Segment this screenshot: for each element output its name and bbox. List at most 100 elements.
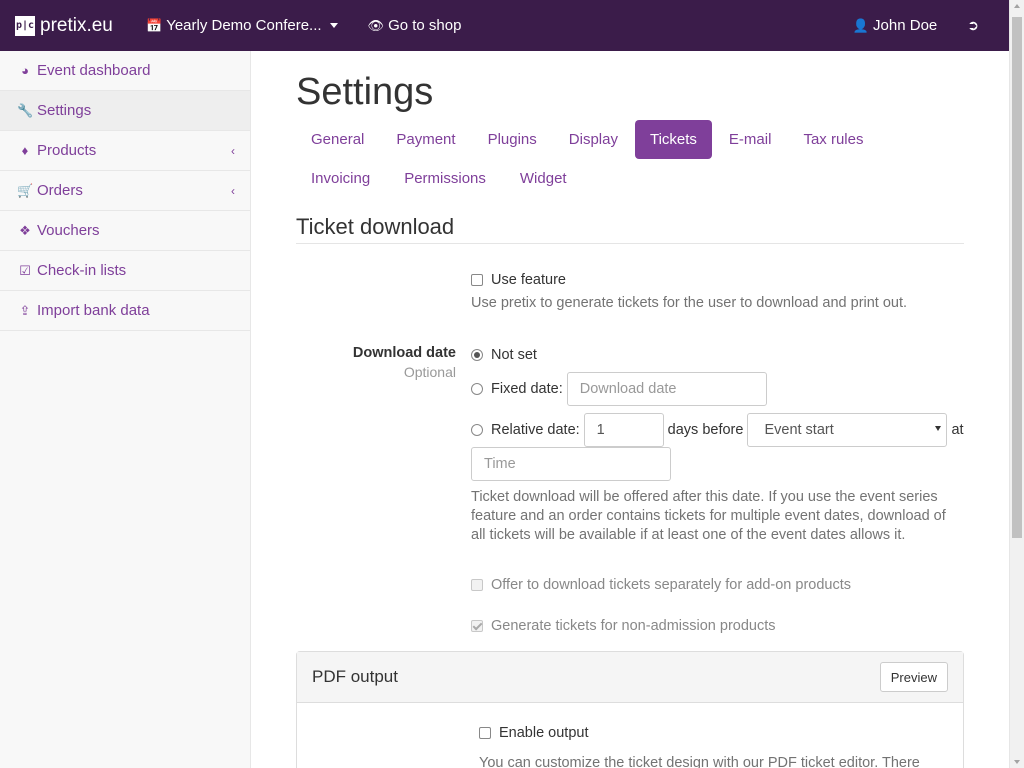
chevron-left-icon: ‹ — [231, 183, 235, 198]
page-title: Settings — [296, 71, 434, 113]
checkbox-icon: ☑ — [19, 262, 31, 278]
sidebar-item-check-in-lists[interactable]: ☑ Check-in lists — [0, 251, 250, 291]
preview-button[interactable]: Preview — [879, 662, 948, 692]
pdf-help-text: You can customize the ticket design with… — [479, 755, 920, 768]
sign-out-icon: ➲ — [967, 17, 979, 33]
relative-date-row: Relative date: 1 days before Event start… — [471, 413, 964, 447]
sidebar-item-vouchers[interactable]: ❖ Vouchers — [0, 211, 250, 251]
sidebar-item-label: Event dashboard — [37, 62, 151, 79]
sidebar-item-label: Vouchers — [37, 222, 100, 239]
use-feature-row: Use feature Use pretix to generate ticke… — [296, 272, 964, 313]
panel-heading: PDF output Preview — [297, 652, 963, 703]
days-before-text: days before — [667, 422, 744, 438]
scroll-down-arrow-icon[interactable] — [1014, 760, 1020, 764]
at-text: at — [951, 422, 964, 438]
radio-button[interactable] — [471, 383, 483, 395]
user-icon: 👤 — [852, 17, 870, 33]
use-feature-help: Use pretix to generate tickets for the u… — [471, 295, 908, 311]
radio-button[interactable] — [471, 348, 483, 361]
tags-icon: ❖ — [19, 222, 31, 238]
dashboard-icon: ◕ — [21, 63, 29, 78]
download-date-row: Download date Optional Not set Fixed dat… — [296, 345, 964, 545]
use-feature-label: Use feature — [491, 272, 566, 288]
nonadmission-checkbox[interactable]: Generate tickets for non-admission produ… — [471, 618, 964, 634]
wrench-icon: 🔧 — [17, 102, 34, 118]
sidebar: ◕ Event dashboard 🔧 Settings ♦ Products … — [0, 51, 251, 768]
main-content: Settings General Payment Plugins Display… — [296, 51, 964, 768]
tab-tickets[interactable]: Tickets — [634, 120, 712, 159]
sidebar-item-orders[interactable]: 🛒 Orders ‹ — [0, 171, 250, 211]
event-name: Yearly Demo Confere... — [166, 17, 322, 34]
addon-checkbox[interactable]: Offer to download tickets separately for… — [471, 577, 964, 593]
brand-link[interactable]: p|c pretix.eu — [0, 0, 131, 51]
sidebar-item-settings[interactable]: 🔧 Settings — [0, 91, 250, 131]
radio-not-set-label: Not set — [491, 346, 537, 363]
pdf-output-panel: PDF output Preview Enable output You can… — [296, 651, 964, 768]
radio-fixed-date[interactable]: Fixed date: — [471, 381, 563, 397]
sidebar-item-event-dashboard[interactable]: ◕ Event dashboard — [0, 51, 250, 91]
tab-payment[interactable]: Payment — [381, 120, 470, 159]
tab-permissions[interactable]: Permissions — [387, 159, 503, 198]
logout-button[interactable]: ➲ — [952, 0, 1009, 51]
radio-not-set[interactable]: Not set — [471, 345, 964, 364]
panel-title: PDF output — [312, 667, 398, 686]
fixed-date-input[interactable]: Download date — [566, 372, 767, 406]
user-menu-link[interactable]: 👤 John Doe — [838, 0, 952, 51]
checkbox[interactable] — [479, 727, 491, 739]
checkbox[interactable] — [471, 620, 483, 632]
optional-hint: Optional — [403, 364, 456, 380]
select-arrow-icon — [935, 426, 942, 431]
relative-base-value: Event start — [764, 422, 834, 438]
fixed-date-row: Fixed date: Download date — [471, 372, 964, 406]
page-scrollbar[interactable] — [1009, 0, 1024, 768]
sidebar-item-label: Import bank data — [37, 302, 150, 319]
use-feature-checkbox[interactable]: Use feature — [471, 272, 964, 288]
radio-fixed-label: Fixed date: — [491, 381, 563, 397]
user-name: John Doe — [873, 17, 938, 34]
sidebar-item-label: Orders — [37, 182, 83, 199]
tab-email[interactable]: E-mail — [714, 120, 787, 159]
sidebar-item-products[interactable]: ♦ Products ‹ — [0, 131, 250, 171]
time-input[interactable]: Time — [471, 447, 671, 481]
download-date-help: Ticket download will be offered after th… — [471, 489, 946, 543]
tab-widget[interactable]: Widget — [505, 159, 582, 198]
tab-general[interactable]: General — [296, 120, 379, 159]
pretix-logo-icon: p|c — [15, 15, 35, 36]
checkbox[interactable] — [471, 579, 483, 591]
radio-button[interactable] — [471, 424, 483, 436]
addon-row: Offer to download tickets separately for… — [296, 577, 964, 593]
scroll-thumb[interactable] — [1012, 17, 1022, 538]
checkbox[interactable] — [471, 274, 483, 286]
addon-label: Offer to download tickets separately for… — [491, 577, 852, 593]
tab-tax-rules[interactable]: Tax rules — [788, 120, 878, 159]
scroll-up-arrow-icon[interactable] — [1014, 4, 1020, 8]
upload-icon: ⇪ — [19, 302, 31, 318]
top-navbar: p|c pretix.eu 📅 Yearly Demo Confere... 👁… — [0, 0, 1009, 51]
go-to-shop-label: Go to shop — [388, 17, 462, 34]
tab-display[interactable]: Display — [554, 120, 633, 159]
nonadmission-row: Generate tickets for non-admission produ… — [296, 618, 964, 634]
ticket-icon: ♦ — [21, 143, 29, 158]
brand-name: pretix.eu — [40, 14, 113, 36]
radio-relative-date[interactable]: Relative date: — [471, 422, 580, 438]
tab-plugins[interactable]: Plugins — [473, 120, 552, 159]
relative-days-input[interactable]: 1 — [583, 413, 664, 447]
panel-body: Enable output You can customize the tick… — [297, 703, 963, 768]
tab-invoicing[interactable]: Invoicing — [296, 159, 385, 198]
download-date-label: Download date Optional — [296, 345, 471, 545]
download-date-label-text: Download date — [352, 345, 456, 361]
sidebar-item-label: Check-in lists — [37, 262, 127, 279]
eye-icon: 👁 — [367, 17, 385, 33]
cart-icon: 🛒 — [17, 182, 34, 198]
enable-output-label: Enable output — [499, 725, 589, 741]
relative-base-select[interactable]: Event start — [747, 413, 948, 447]
enable-output-checkbox[interactable]: Enable output — [479, 725, 948, 741]
radio-relative-label: Relative date: — [491, 422, 580, 438]
go-to-shop-link[interactable]: 👁 Go to shop — [353, 0, 477, 51]
calendar-icon: 📅 — [146, 17, 163, 33]
caret-down-icon — [329, 23, 338, 28]
event-selector-dropdown[interactable]: 📅 Yearly Demo Confere... — [131, 0, 353, 51]
sidebar-item-label: Settings — [37, 102, 92, 119]
sidebar-item-import-bank-data[interactable]: ⇪ Import bank data — [0, 291, 250, 331]
sidebar-item-label: Products — [37, 142, 97, 159]
